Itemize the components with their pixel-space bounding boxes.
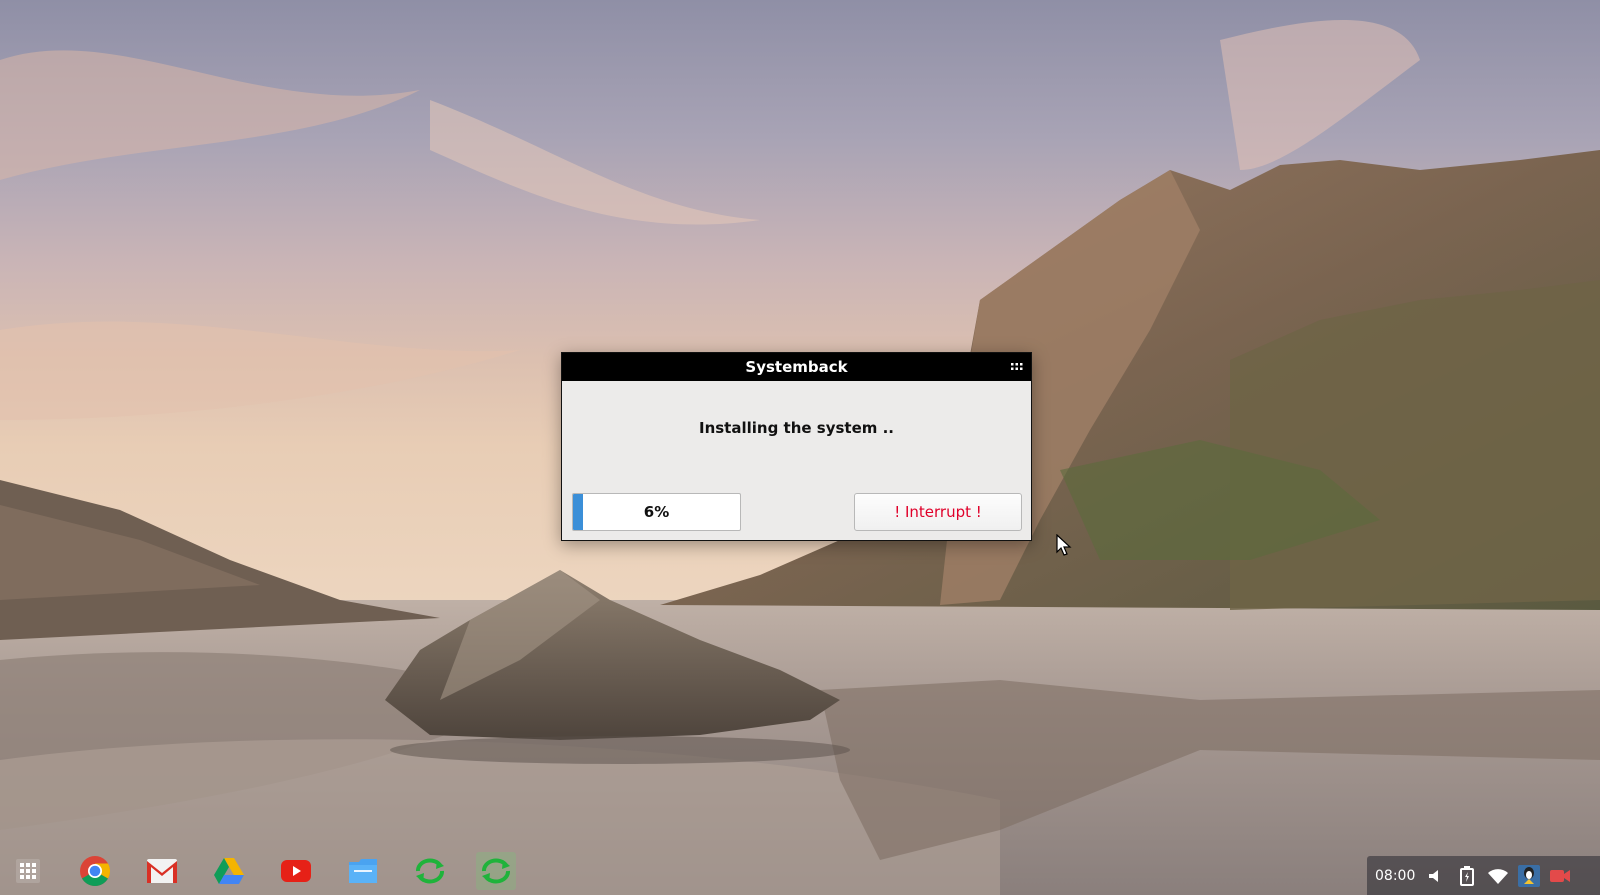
sync-arrows-icon[interactable] [476,852,516,890]
chrome-icon[interactable] [75,852,115,890]
youtube-icon[interactable] [276,852,316,890]
files-icon[interactable] [343,852,383,890]
status-tray[interactable]: 08:00 [1367,856,1600,895]
progress-label: 6% [643,503,670,521]
status-message: Installing the system .. [698,419,894,437]
volume-icon [1425,865,1447,887]
interrupt-button[interactable]: ! Interrupt ! [854,493,1022,531]
gmail-icon[interactable] [142,852,182,890]
systemback-dialog: Systemback Installing the system .. 6% !… [561,352,1032,541]
user-avatar-icon [1518,864,1541,887]
clock: 08:00 [1375,867,1416,884]
sync-arrows-icon[interactable] [410,852,450,890]
battery-icon [1456,865,1478,887]
google-drive-icon[interactable] [209,852,249,890]
install-progress-bar: 6% [572,493,741,531]
dialog-title: Systemback [745,358,848,376]
wifi-icon [1487,865,1509,887]
screen-record-icon [1549,865,1571,887]
app-launcher-grid-icon[interactable] [8,852,48,890]
dialog-titlebar[interactable]: Systemback [562,353,1031,381]
grid-menu-icon[interactable] [1009,359,1025,375]
